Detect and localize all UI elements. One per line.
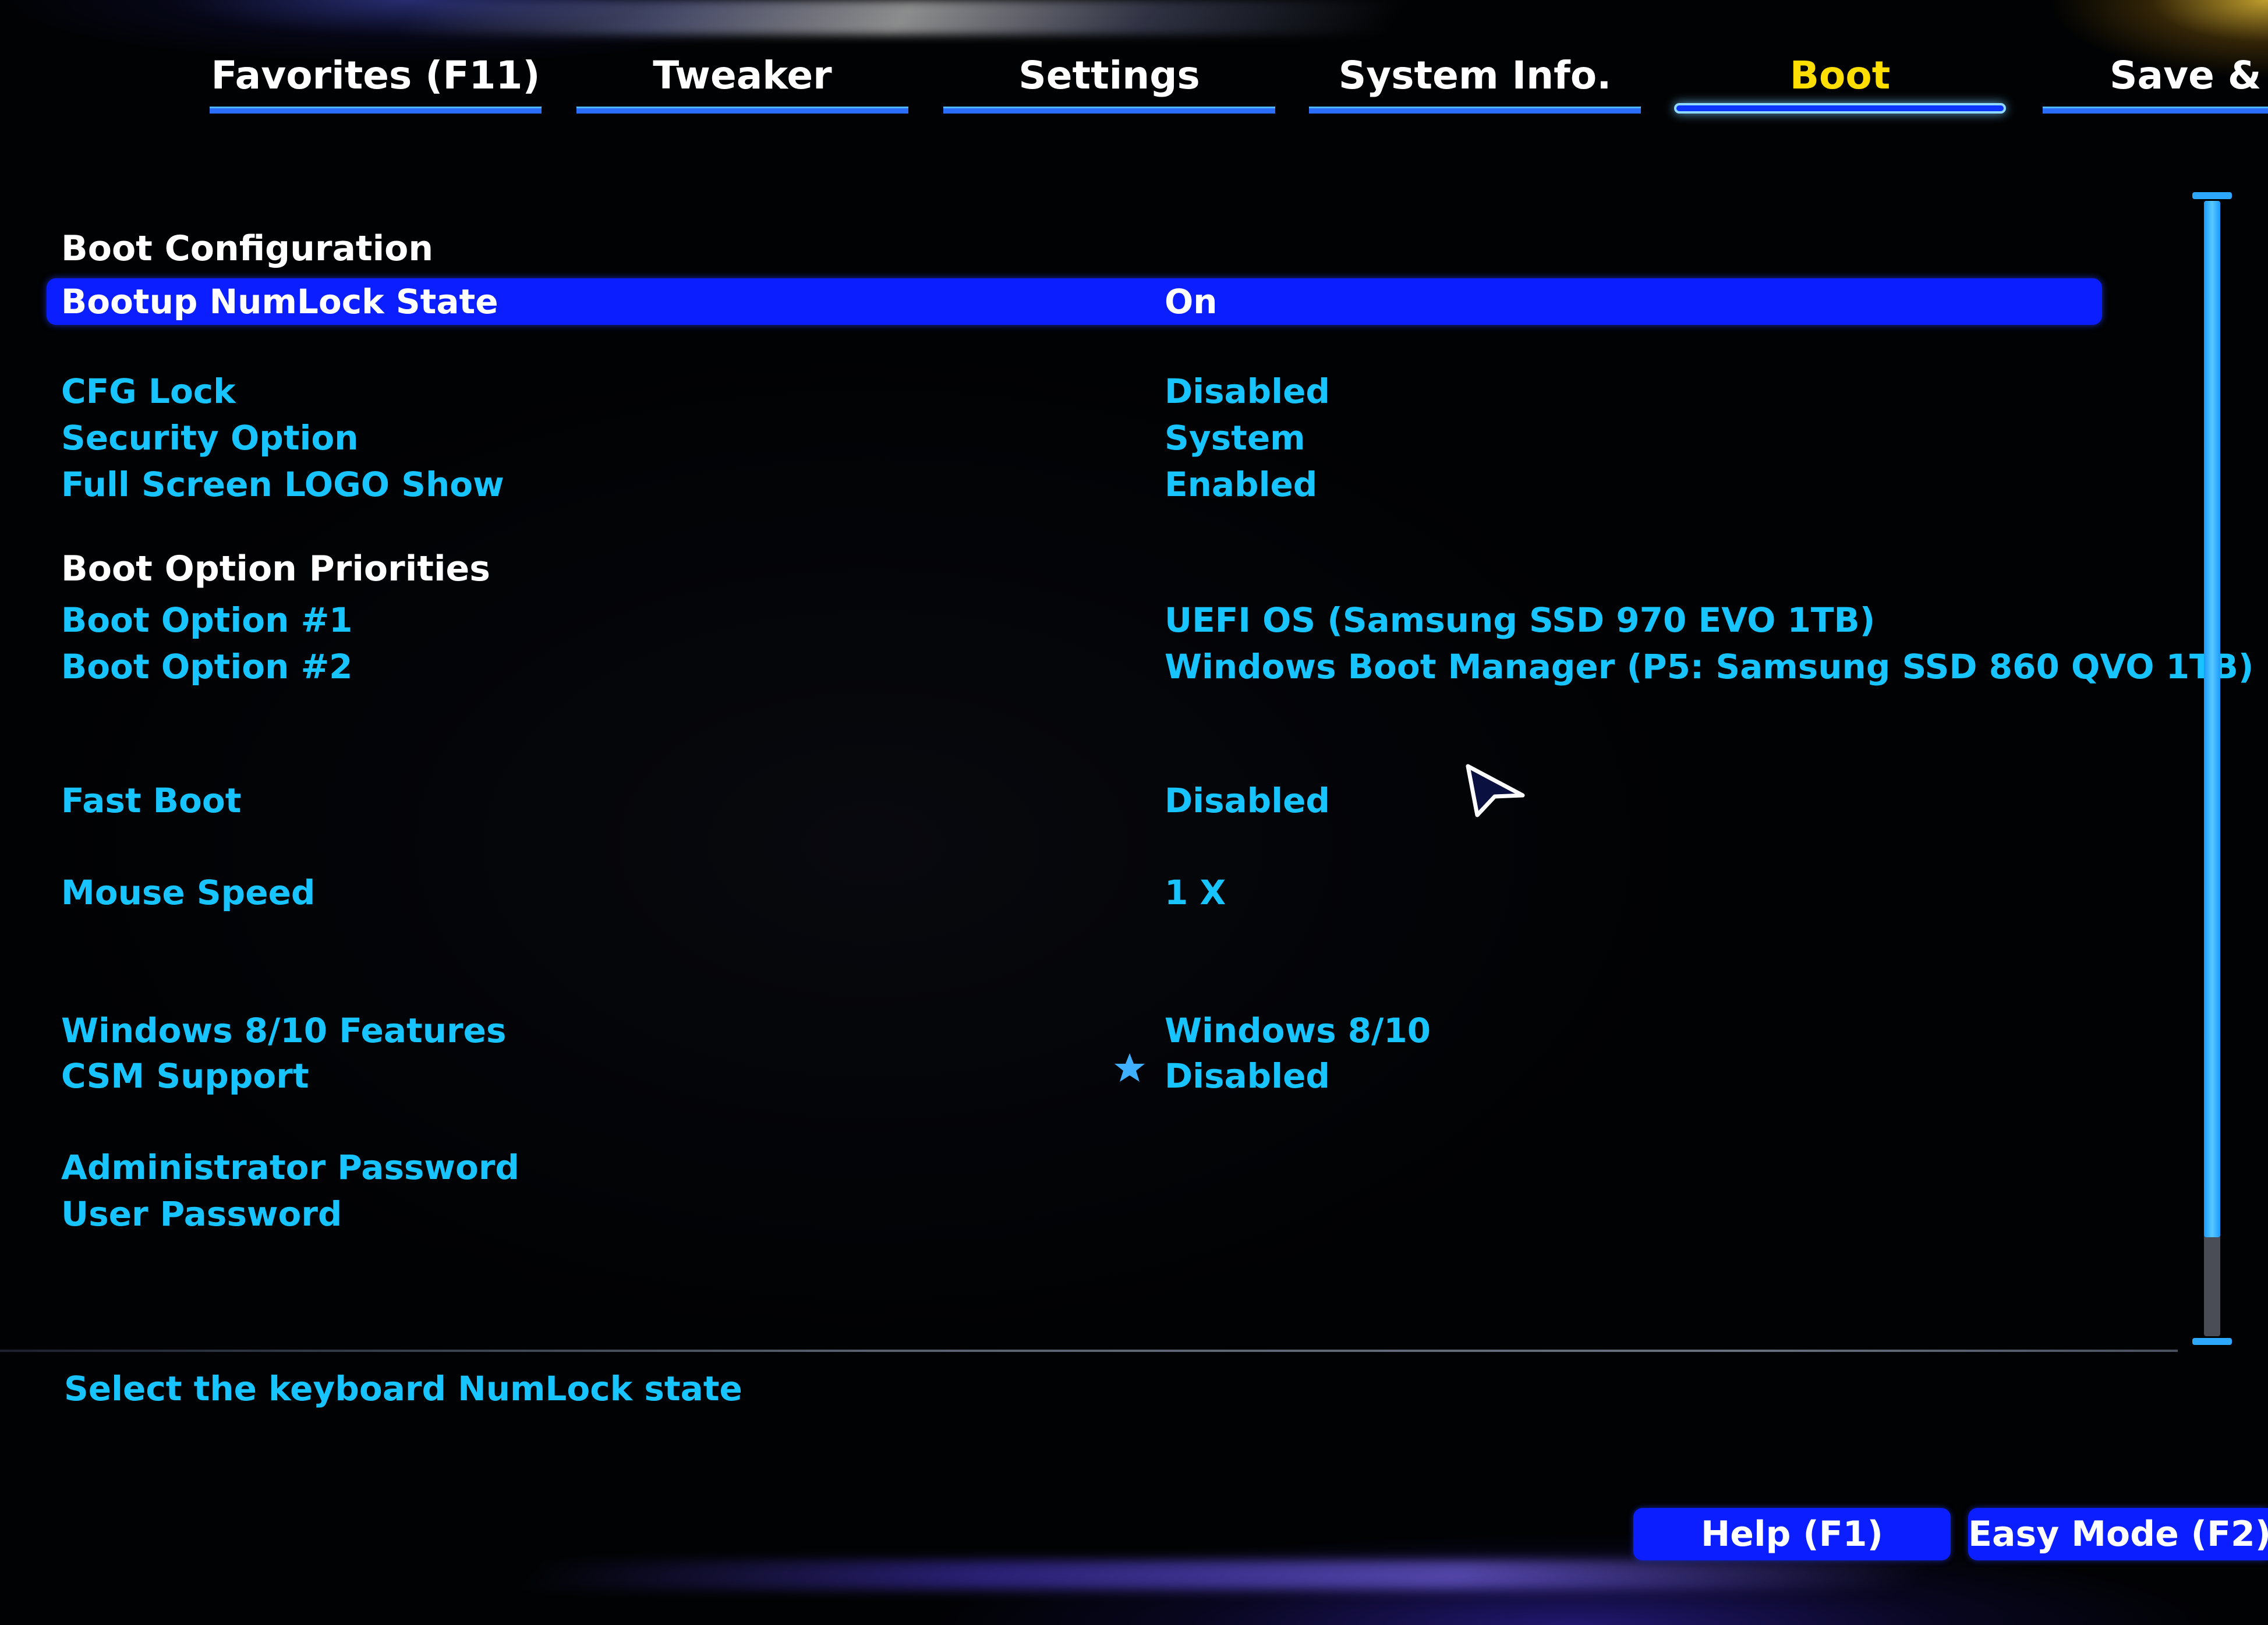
setting-row-mouse-speed[interactable]: Mouse Speed 1 X: [47, 869, 2102, 916]
section-heading-boot-configuration: Boot Configuration: [61, 228, 434, 269]
scrollbar-thumb[interactable]: [2204, 201, 2220, 1237]
setting-row-administrator-password[interactable]: Administrator Password: [47, 1144, 2102, 1191]
setting-value: Disabled: [1165, 1056, 1330, 1096]
setting-row-fast-boot[interactable]: Fast Boot Disabled: [47, 777, 2102, 824]
setting-label: User Password: [61, 1194, 342, 1234]
setting-value: 1 X: [1165, 873, 1226, 912]
scrollbar[interactable]: [2204, 201, 2220, 1336]
easy-mode-button[interactable]: Easy Mode (F2): [1968, 1508, 2268, 1560]
bios-screen: Favorites (F11) Tweaker Settings System …: [0, 0, 2268, 1625]
setting-label: CSM Support: [61, 1056, 309, 1096]
setting-row-windows-features[interactable]: Windows 8/10 Features Windows 8/10: [47, 1007, 2102, 1054]
setting-label: Windows 8/10 Features: [61, 1011, 507, 1050]
divider: [0, 1350, 2178, 1352]
setting-value: UEFI OS (Samsung SSD 970 EVO 1TB): [1165, 600, 1876, 640]
setting-label: Administrator Password: [61, 1148, 519, 1187]
setting-value: Disabled: [1165, 371, 1330, 411]
setting-row-bootup-numlock[interactable]: Bootup NumLock State On: [47, 278, 2102, 325]
setting-label: CFG Lock: [61, 371, 236, 411]
setting-label: Mouse Speed: [61, 873, 316, 912]
setting-row-boot-option-2[interactable]: Boot Option #2 Windows Boot Manager (P5:…: [47, 643, 2253, 690]
setting-label: Boot Option #1: [61, 600, 353, 640]
setting-label: Security Option: [61, 418, 359, 458]
setting-row-full-screen-logo[interactable]: Full Screen LOGO Show Enabled: [47, 461, 2102, 508]
section-heading-boot-option-priorities: Boot Option Priorities: [61, 548, 490, 589]
mouse-pointer-icon: [1466, 764, 1525, 817]
setting-value: Disabled: [1165, 781, 1330, 820]
setting-row-csm-support[interactable]: CSM Support Disabled: [47, 1053, 2102, 1099]
setting-label: Boot Option #2: [61, 647, 353, 686]
setting-value: On: [1165, 282, 1218, 321]
help-description: Select the keyboard NumLock state: [64, 1369, 742, 1408]
setting-value: System: [1165, 418, 1305, 458]
setting-row-cfg-lock[interactable]: CFG Lock Disabled: [47, 368, 2102, 415]
setting-label: Bootup NumLock State: [61, 282, 498, 321]
setting-value: Enabled: [1165, 465, 1318, 504]
setting-label: Full Screen LOGO Show: [61, 465, 504, 504]
setting-value: Windows Boot Manager (P5: Samsung SSD 86…: [1165, 647, 2254, 686]
scrollbar-bottom-cap: [2192, 1338, 2232, 1345]
setting-value: Windows 8/10: [1165, 1011, 1431, 1050]
setting-row-user-password[interactable]: User Password: [47, 1191, 2102, 1237]
setting-row-security-option[interactable]: Security Option System: [47, 415, 2102, 461]
setting-row-boot-option-1[interactable]: Boot Option #1 UEFI OS (Samsung SSD 970 …: [47, 597, 2102, 643]
setting-label: Fast Boot: [61, 781, 242, 820]
help-button[interactable]: Help (F1): [1633, 1508, 1951, 1560]
star-icon: [1114, 1053, 1145, 1082]
scrollbar-top-cap: [2192, 192, 2232, 199]
